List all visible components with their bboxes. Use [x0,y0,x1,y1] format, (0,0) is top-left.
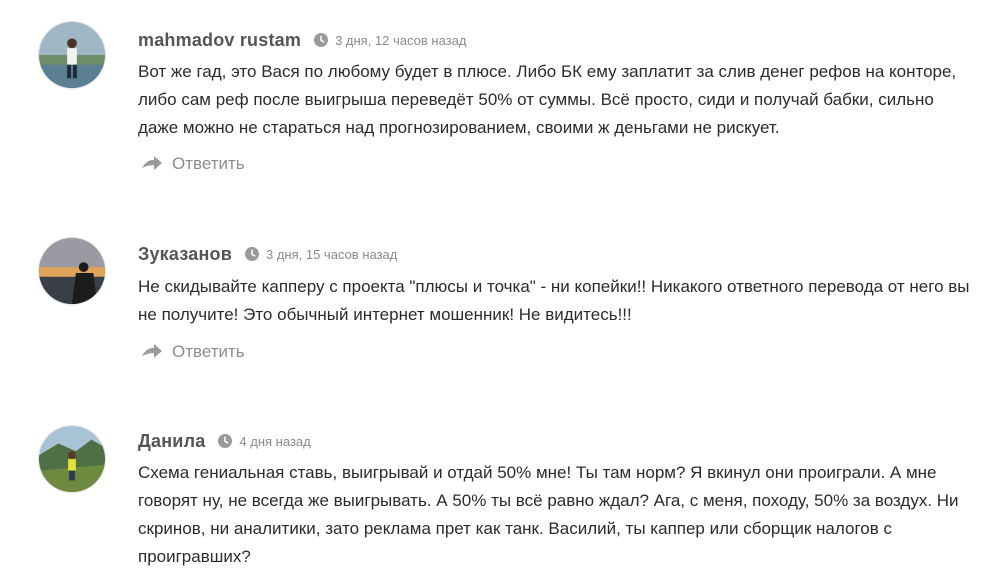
clock-icon [218,434,233,448]
avatar[interactable] [38,21,106,89]
comment-author[interactable]: Зуказанов [138,244,232,265]
avatar[interactable] [38,237,106,305]
comment-author[interactable]: Данила [138,431,205,452]
avatar-image [39,238,105,304]
reply-label: Ответить [172,154,245,173]
comment-meta: mahmadov rustam 3 дня, 12 часов назад [138,28,466,52]
clock-icon [244,247,259,261]
comment-author[interactable]: mahmadov rustam [138,30,301,51]
avatar-image [39,22,105,88]
reply-label: Ответить [172,342,245,361]
comment-time[interactable]: 3 дня, 15 часов назад [266,247,397,262]
reply-button[interactable]: Ответить [140,152,245,176]
comment-time[interactable]: 4 дня назад [239,434,310,449]
reply-arrow-icon [140,156,162,172]
comment-text: Не скидывайте капперу с проекта "плюсы и… [138,277,970,324]
comment-text: Схема гениальная ставь, выигрывай и отда… [138,463,959,566]
comment-meta: Зуказанов 3 дня, 15 часов назад [138,242,397,266]
reply-button[interactable]: Ответить [140,340,245,364]
clock-icon [314,33,329,47]
comment-text: Вот же гад, это Вася по любому будет в п… [138,62,957,137]
reply-arrow-icon [140,344,162,360]
comment-meta: Данила 4 дня назад [138,429,311,453]
comment-time[interactable]: 3 дня, 12 часов назад [335,33,466,48]
avatar[interactable] [38,425,106,493]
avatar-image [39,426,105,492]
